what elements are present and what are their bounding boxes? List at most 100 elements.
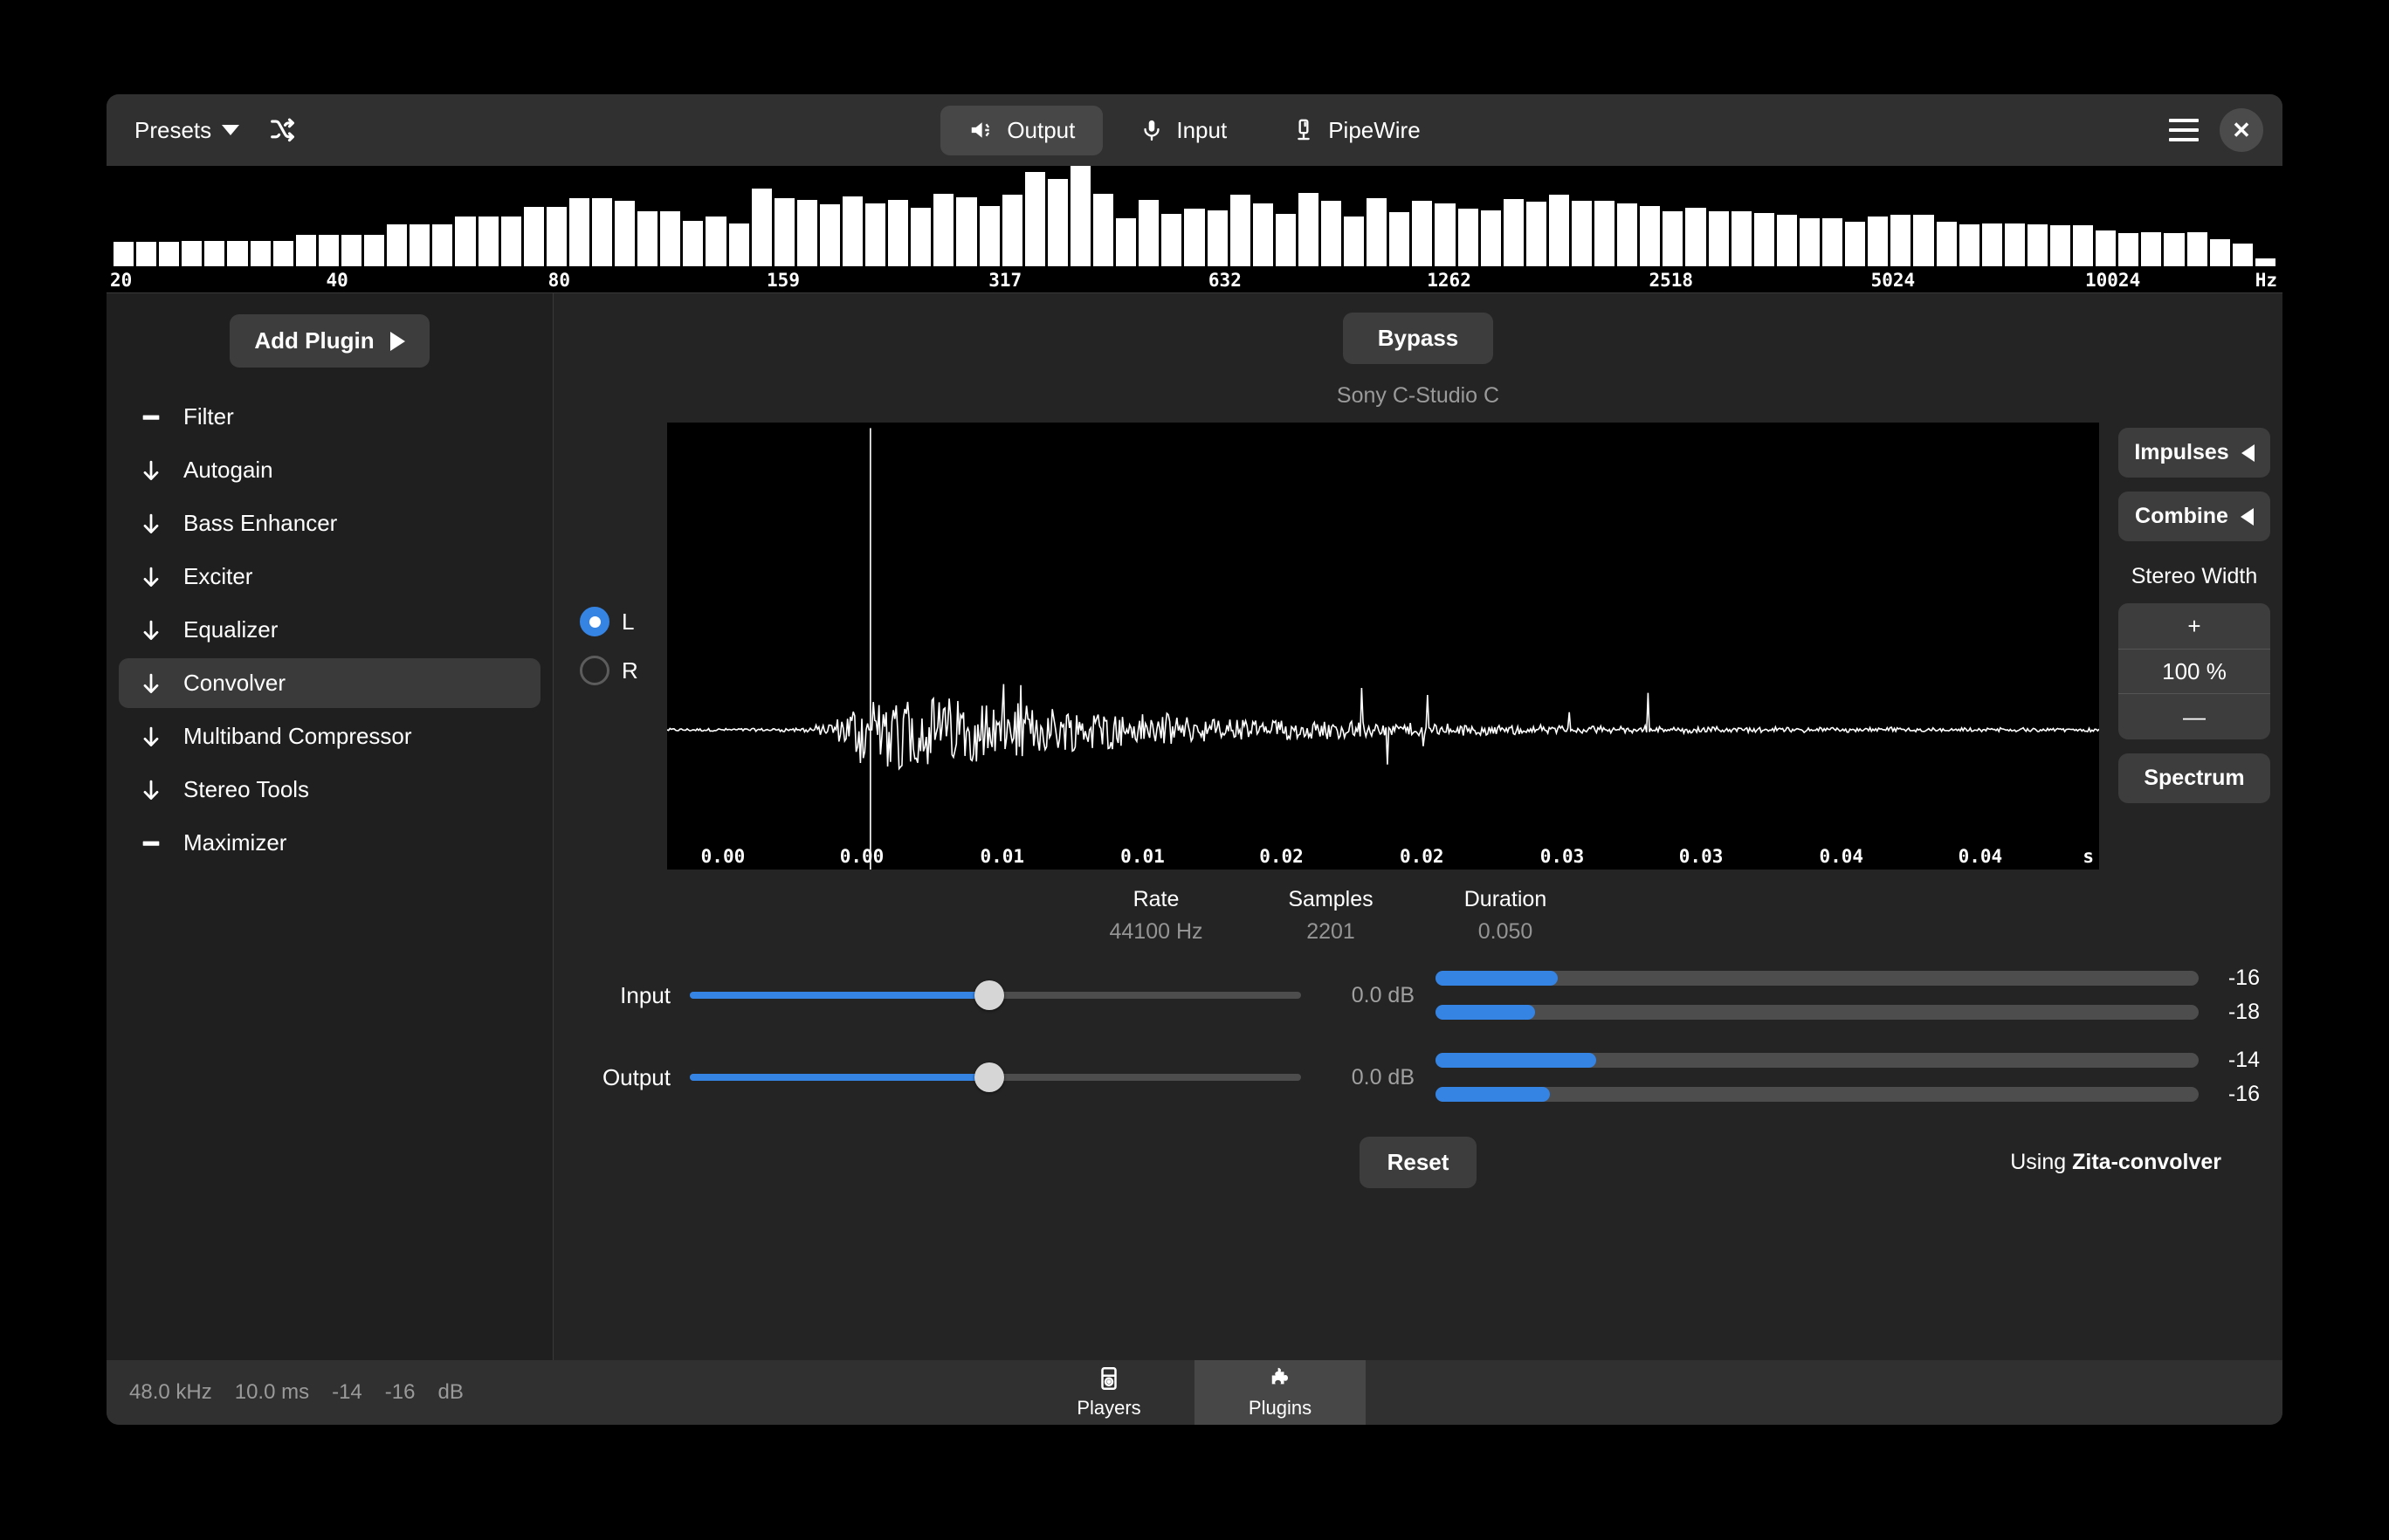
channel-radio-l[interactable]: L bbox=[580, 607, 634, 636]
spectrum-bar bbox=[819, 203, 840, 266]
impulses-button[interactable]: Impulses bbox=[2118, 428, 2270, 478]
meter-track bbox=[1435, 971, 2199, 986]
sidebar-item-filter[interactable]: Filter bbox=[119, 392, 540, 442]
add-plugin-label: Add Plugin bbox=[254, 327, 375, 354]
sidebar-item-multiband-compressor[interactable]: Multiband Compressor bbox=[119, 712, 540, 761]
channel-radio-r[interactable]: R bbox=[580, 656, 638, 685]
radio-button-icon bbox=[580, 656, 609, 685]
spectrum-bar bbox=[1412, 201, 1433, 266]
channel-label-r: R bbox=[622, 657, 638, 684]
status-sample-rate: 48.0 kHz bbox=[129, 1380, 212, 1404]
spectrum-bar bbox=[272, 241, 293, 266]
meter-track bbox=[1435, 1087, 2199, 1102]
add-plugin-button[interactable]: Add Plugin bbox=[230, 314, 430, 368]
frequency-tick-label: 159 bbox=[767, 270, 800, 291]
spectrum-bar bbox=[1845, 222, 1866, 266]
presets-button[interactable]: Presets bbox=[129, 110, 244, 151]
impulse-response-waveform[interactable]: 0.00 0.00 0.01 0.01 0.02 0.02 0.03 0.03 0.04 0.04… bbox=[667, 423, 2099, 870]
slider-knob[interactable] bbox=[974, 1062, 1004, 1092]
plugin-sidebar: Add Plugin Filter Autogain Bass Enhancer Ex… bbox=[107, 293, 554, 1360]
spectrum-bar bbox=[1298, 193, 1318, 266]
spectrum-bar bbox=[2073, 224, 2094, 266]
spectrum-bar bbox=[1548, 195, 1569, 266]
spectrum-bar bbox=[591, 197, 613, 266]
spectrum-bar bbox=[1685, 208, 1706, 266]
sidebar-item-exciter[interactable]: Exciter bbox=[119, 552, 540, 602]
shuffle-icon[interactable] bbox=[267, 115, 297, 145]
info-samples: Samples 2201 bbox=[1243, 887, 1418, 945]
bottom-tab-plugins[interactable]: Plugins bbox=[1194, 1360, 1366, 1425]
meter-value: -16 bbox=[2227, 966, 2260, 990]
sidebar-item-convolver[interactable]: Convolver bbox=[119, 658, 540, 708]
spectrum-bar bbox=[2027, 223, 2048, 266]
sidebar-item-label: Bass Enhancer bbox=[183, 510, 338, 536]
meter-track bbox=[1435, 1053, 2199, 1068]
impulse-file-name: Sony C-Studio C bbox=[1336, 383, 1500, 408]
spectrum-bar bbox=[1617, 203, 1638, 266]
media-player-icon bbox=[1096, 1365, 1122, 1392]
info-key: Rate bbox=[1133, 887, 1180, 911]
output-gain-value: 0.0 dB bbox=[1351, 1064, 1415, 1090]
sidebar-item-autogain[interactable]: Autogain bbox=[119, 445, 540, 495]
gain-controls: Input 0.0 dB -16 -18 Output 0.0 dB -14 -16 bbox=[554, 966, 2282, 1130]
output-gain-slider[interactable] bbox=[690, 1062, 1301, 1092]
slider-fill bbox=[690, 992, 989, 999]
info-value: 0.050 bbox=[1477, 919, 1533, 944]
input-gain-slider[interactable] bbox=[690, 980, 1301, 1010]
stereo-width-decrease-button[interactable]: — bbox=[2118, 694, 2270, 739]
arrow-down-icon bbox=[138, 457, 164, 484]
spectrum-bar bbox=[204, 241, 225, 266]
hamburger-menu-icon[interactable] bbox=[2169, 119, 2199, 141]
spectrum-bar bbox=[1572, 201, 1593, 266]
stereo-width-increase-button[interactable]: + bbox=[2118, 603, 2270, 649]
spectrum-button[interactable]: Spectrum bbox=[2118, 753, 2270, 803]
engine-credit: Using Zita-convolver bbox=[2010, 1150, 2221, 1175]
spectrum-bar bbox=[683, 221, 704, 266]
spectrum-bar bbox=[1002, 195, 1022, 266]
sidebar-item-stereo-tools[interactable]: Stereo Tools bbox=[119, 765, 540, 815]
bottom-tab-players[interactable]: Players bbox=[1023, 1360, 1194, 1425]
slider-fill bbox=[690, 1074, 989, 1081]
spectrum-bar bbox=[114, 242, 134, 266]
spectrum-bar bbox=[1959, 223, 1979, 266]
bottom-tab-bar: Players Plugins bbox=[1023, 1360, 1366, 1425]
output-spectrum-analyzer[interactable]: 20 40 80 159 317 632 1262 2518 5024 10024 Hz bbox=[107, 166, 2282, 293]
engine-name: Zita-convolver bbox=[2072, 1150, 2221, 1174]
spectrum-bar bbox=[523, 207, 544, 266]
spectrum-bar bbox=[1184, 209, 1205, 266]
sidebar-item-maximizer[interactable]: Maximizer bbox=[119, 818, 540, 868]
chevron-left-icon bbox=[2241, 443, 2255, 462]
spectrum-bar bbox=[500, 216, 521, 266]
using-prefix: Using bbox=[2010, 1150, 2067, 1174]
sidebar-item-bass-enhancer[interactable]: Bass Enhancer bbox=[119, 498, 540, 548]
frequency-tick-label: 40 bbox=[326, 270, 348, 291]
info-key: Duration bbox=[1463, 887, 1547, 911]
bypass-button[interactable]: Bypass bbox=[1342, 313, 1494, 364]
combine-button[interactable]: Combine bbox=[2118, 492, 2270, 541]
spectrum-bar bbox=[182, 241, 203, 266]
arrow-down-icon bbox=[138, 670, 164, 697]
frequency-tick-label: 20 bbox=[110, 270, 133, 291]
spectrum-bar bbox=[1275, 214, 1296, 266]
output-gain-label: Output bbox=[602, 1063, 671, 1090]
waveform-time-axis: 0.00 0.00 0.01 0.01 0.02 0.02 0.03 0.03 0.04 0.04… bbox=[667, 840, 2099, 870]
sidebar-item-label: Maximizer bbox=[183, 829, 287, 856]
info-rate: Rate 44100 Hz bbox=[1069, 887, 1243, 945]
spectrum-bar bbox=[1640, 206, 1661, 266]
meter-value: -18 bbox=[2227, 1000, 2260, 1024]
close-icon[interactable]: ✕ bbox=[2220, 108, 2263, 152]
tab-output[interactable]: Output bbox=[940, 105, 1104, 155]
sidebar-item-equalizer[interactable]: Equalizer bbox=[119, 605, 540, 655]
tab-input[interactable]: Input bbox=[1112, 106, 1255, 155]
slider-knob[interactable] bbox=[974, 980, 1004, 1010]
chevron-left-icon bbox=[2240, 507, 2254, 526]
time-tick-label: 0.00 bbox=[839, 846, 885, 867]
meter-fill bbox=[1435, 1053, 1596, 1068]
spectrum-bar bbox=[432, 223, 453, 266]
reset-button[interactable]: Reset bbox=[1359, 1137, 1477, 1188]
spectrum-bar bbox=[1708, 210, 1729, 266]
spectrum-bar bbox=[1139, 200, 1160, 266]
status-level-unit: dB bbox=[437, 1380, 464, 1404]
tab-pipewire[interactable]: PipeWire bbox=[1263, 106, 1448, 155]
stereo-width-value[interactable]: 100 % bbox=[2118, 649, 2270, 694]
